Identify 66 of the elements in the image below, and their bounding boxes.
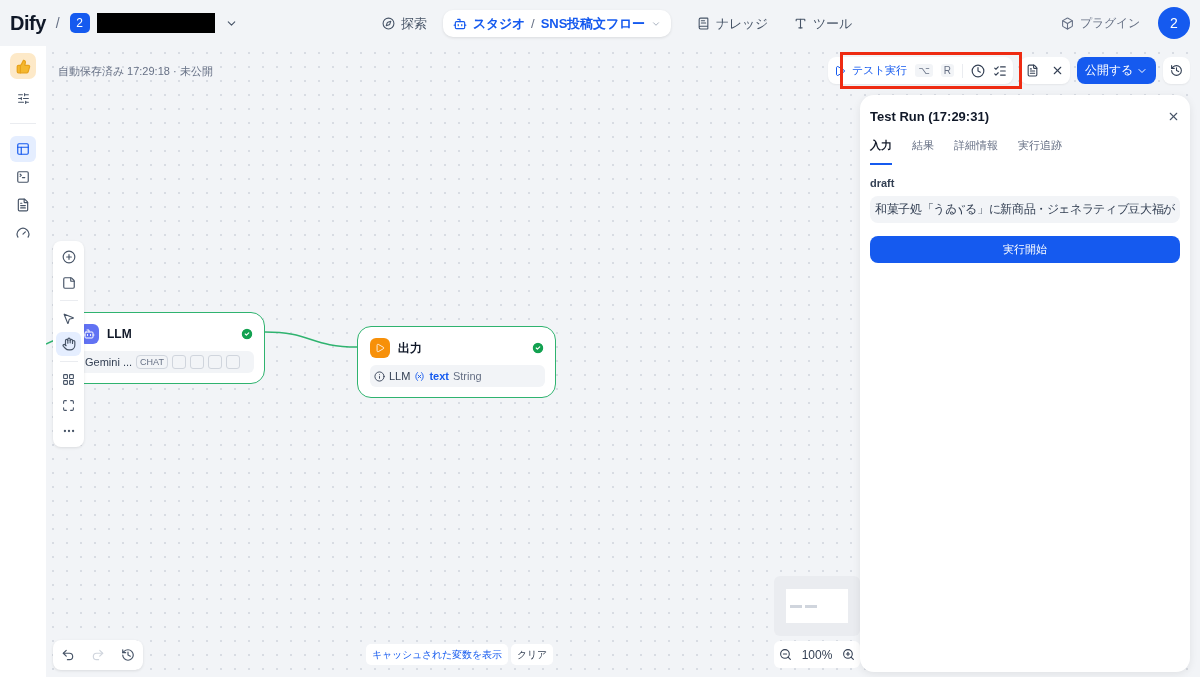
shortcut-key: R xyxy=(940,64,954,77)
nav-tab[interactable]: スタジオ / SNS投稿文フロー xyxy=(443,10,672,37)
robot-icon xyxy=(453,16,467,31)
panel-tab[interactable]: 詳細情報 xyxy=(954,138,998,165)
grid-icon xyxy=(62,372,75,386)
feature-icon xyxy=(171,355,186,369)
info-icon xyxy=(374,370,385,382)
hand-icon xyxy=(61,337,76,351)
test-run-button[interactable]: テスト実行 xyxy=(834,63,908,78)
zoom-in-icon[interactable] xyxy=(842,648,856,661)
publish-button[interactable]: 公開する xyxy=(1077,57,1156,84)
feature-icon xyxy=(225,355,240,369)
panel-title: Test Run (17:29:31) xyxy=(870,109,989,124)
feature-icon xyxy=(207,355,222,369)
field-label: draft xyxy=(870,177,896,189)
clear-button[interactable]: クリア xyxy=(511,644,553,665)
panel-tab[interactable]: 実行追跡 xyxy=(1018,138,1062,165)
frame-icon xyxy=(62,398,75,412)
play-icon xyxy=(834,64,847,77)
zoom-out-icon[interactable] xyxy=(778,648,792,661)
output-icon xyxy=(375,343,385,353)
plugins-link[interactable]: プラグイン xyxy=(1061,14,1140,32)
shortcut-key: ⌥ xyxy=(915,64,933,77)
sliders-icon xyxy=(16,91,30,105)
clock-icon[interactable] xyxy=(971,63,985,78)
nav-tab[interactable]: ナレッジ xyxy=(687,10,779,37)
node-title: 出力 xyxy=(398,339,423,357)
terminal-icon xyxy=(16,170,30,184)
feature-icon xyxy=(189,355,204,369)
book-icon xyxy=(697,17,711,30)
workspace-badge: 2 xyxy=(69,13,90,33)
window-icon xyxy=(16,142,30,156)
breadcrumb-separator: / xyxy=(55,15,60,31)
sidebar-item[interactable] xyxy=(10,136,36,162)
nav-tab[interactable]: 探索 xyxy=(372,10,437,37)
variable-name: text xyxy=(429,370,449,382)
output-node[interactable]: 出力 LLM text String xyxy=(357,326,556,398)
variable-type: String xyxy=(452,370,482,382)
iteration-mark-icon xyxy=(956,203,966,216)
nav-tab[interactable]: ツール xyxy=(784,10,863,37)
undo-icon[interactable] xyxy=(61,648,75,662)
draft-input-field[interactable]: 和菓子処「うゐ る」に新商品・ジェネラティブ豆大福が xyxy=(870,196,1180,223)
document-icon xyxy=(16,198,30,212)
close-icon[interactable] xyxy=(1167,110,1180,123)
note-icon xyxy=(61,276,76,290)
start-run-button[interactable]: 実行開始 xyxy=(870,236,1180,263)
cube-icon xyxy=(1061,16,1074,30)
user-avatar[interactable]: 2 xyxy=(1158,7,1190,39)
mode-tag: CHAT xyxy=(136,355,168,369)
compass-icon xyxy=(382,17,395,30)
app-logo[interactable]: Dify xyxy=(10,11,46,35)
model-name: Gemini ... xyxy=(85,356,133,368)
checklist-icon[interactable] xyxy=(993,63,1007,78)
variable-source: LLM xyxy=(389,370,411,382)
history-icon xyxy=(1170,64,1183,77)
plus-icon xyxy=(61,250,76,264)
panel-tab[interactable]: 入力 xyxy=(870,138,892,165)
panel-tab[interactable]: 結果 xyxy=(912,138,934,165)
autosave-status: 自動保存済み 17:29:18 · 未公開 xyxy=(58,64,213,79)
history-button[interactable] xyxy=(1163,57,1190,84)
type-icon xyxy=(794,17,808,30)
node-title: LLM xyxy=(107,327,133,341)
history-icon[interactable] xyxy=(121,648,135,662)
gauge-icon xyxy=(16,226,30,240)
show-cache-button[interactable]: キャッシュされた変数を表示 xyxy=(366,644,508,665)
pointer-icon xyxy=(62,311,75,325)
